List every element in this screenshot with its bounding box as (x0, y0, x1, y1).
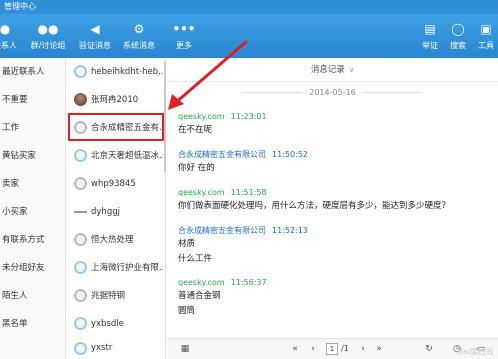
message-time: 11:52:13 (272, 226, 308, 235)
page-number-input[interactable]: 1 (326, 343, 338, 355)
avatar (74, 211, 87, 213)
contact-list: hebeihkdht-heb... 张珂冉2010 合永成精密五金有... 北京… (66, 58, 166, 359)
group-icon: ●● (37, 22, 59, 36)
category-item[interactable]: 未分组好友 (0, 254, 66, 282)
message: 合永成精密五金有限公司 11:50:52 你好 在的 (178, 150, 488, 175)
toolbar-contacts-button[interactable]: ● 联系人 (0, 18, 18, 58)
toolbar-groups-button[interactable]: ●● 群/讨论组 (26, 18, 70, 58)
contact-item[interactable]: whp93845 (66, 170, 164, 198)
message: qeesky.com 11:56:37 普通合金钢 圆筒 (178, 278, 488, 318)
contact-item[interactable]: 张珂冉2010 (66, 86, 164, 114)
last-page-icon[interactable]: » (373, 343, 385, 355)
category-item[interactable]: 小买家 (0, 198, 66, 226)
document-icon: ▤ (424, 22, 436, 36)
message-text: 在不在呢 (178, 125, 213, 135)
contact-item[interactable]: yxstr (66, 338, 164, 359)
toolbar-tools-button[interactable]: ▣ 工具 (474, 18, 498, 58)
toolbox-icon: ▣ (480, 22, 492, 36)
next-page-icon[interactable]: › (357, 343, 369, 355)
toolbar-system-button[interactable]: ⚙ 系统消息 (118, 18, 160, 58)
category-item[interactable]: 卖家 (0, 170, 66, 198)
speaker-icon: ◀ (90, 22, 100, 36)
message-time: 11:51:58 (230, 188, 267, 197)
contact-item[interactable]: 上海微行护业有限... (66, 254, 164, 282)
category-list: 最近联系人 不重要 工作 黄钻买家 卖家 小买家 有联系方式 未分组好友 陌生人… (0, 58, 66, 359)
page-total: /1 (341, 344, 349, 353)
gear-icon: ⚙ (133, 22, 145, 36)
message-text: 材质 (178, 239, 196, 249)
category-item[interactable]: 黄钻买家 (0, 142, 66, 170)
category-item[interactable]: 陌生人 (0, 282, 66, 310)
highlight-box (68, 113, 164, 141)
contact-item[interactable]: yxbsdle (66, 310, 164, 338)
contacts-icon: ● (0, 22, 11, 36)
toolbar-report-button[interactable]: ▤ 举证 (418, 18, 442, 58)
category-item[interactable]: 有联系方式 (0, 226, 66, 254)
chevron-down-icon: ∨ (348, 66, 355, 74)
avatar (74, 93, 87, 106)
message-time: 11:56:37 (230, 278, 267, 287)
message-sender: qeesky.com (178, 188, 225, 197)
contact-item[interactable]: dyhggj (66, 198, 164, 226)
avatar (74, 261, 87, 274)
category-item[interactable]: 黑名单 (0, 310, 66, 338)
message-text: 什么工件 (178, 254, 213, 264)
category-item[interactable]: 不重要 (0, 86, 66, 114)
message-text: 你好 在的 (178, 163, 215, 173)
chat-header-title: 消息记录 (310, 65, 345, 75)
avatar (74, 177, 87, 190)
avatar (74, 65, 87, 78)
window-title: 管理中心 (0, 0, 498, 14)
red-arrow-annotation (168, 40, 248, 110)
contact-item[interactable]: hebeihkdht-heb... (66, 58, 164, 86)
avatar (74, 149, 87, 162)
message-text: 圆筒 (178, 306, 196, 316)
toolbar-verify-button[interactable]: ◀ 验证消息 (74, 18, 116, 58)
message-sender: qeesky.com (178, 278, 225, 287)
chat-footer: ▦ « ‹ 1 /1 › » ↻ ◷ ▭ Bai度经验 (167, 338, 498, 359)
contact-item[interactable]: 北京天奢超低温冰... (66, 142, 164, 170)
watermark: Bai度经验 (457, 347, 494, 356)
search-icon: ◯ (451, 22, 465, 36)
message-text: 你们做表面硬化处理吗，用什么方法，硬度层有多少，能达到多少硬度？ (178, 201, 451, 211)
more-icon: ••• (172, 22, 196, 36)
message: 合永成精密五金有限公司 11:52:13 材质 什么工件 (178, 226, 488, 266)
first-page-icon[interactable]: « (289, 343, 301, 355)
toolbar-search-button[interactable]: ◯ 搜索 (446, 18, 470, 58)
message-text: 普通合金钢 (178, 291, 221, 301)
avatar (74, 289, 87, 302)
message-sender: 合永成精密五金有限公司 (178, 226, 266, 235)
refresh-icon[interactable]: ↻ (423, 343, 435, 355)
category-item[interactable]: 工作 (0, 114, 66, 142)
category-item[interactable]: 最近联系人 (0, 58, 66, 86)
contact-item[interactable]: 兆据特钢 (66, 282, 164, 310)
avatar (74, 233, 87, 246)
avatar (74, 317, 87, 330)
calendar-icon[interactable]: ▦ (179, 343, 191, 355)
message: qeesky.com 11:51:58 你们做表面硬化处理吗，用什么方法，硬度层有… (178, 188, 488, 213)
avatar (74, 342, 87, 355)
message-sender: 合永成精密五金有限公司 (178, 150, 266, 159)
prev-page-icon[interactable]: ‹ (307, 343, 319, 355)
contact-item[interactable]: 恒大热处理 (66, 226, 164, 254)
message-time: 11:50:52 (272, 150, 308, 159)
